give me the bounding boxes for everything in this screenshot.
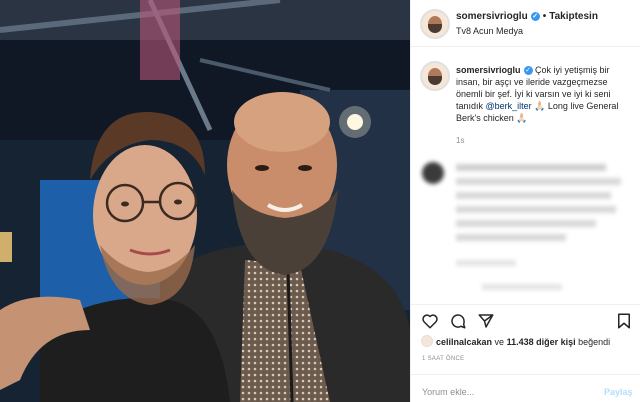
actions-divider bbox=[410, 304, 640, 305]
blurred-line bbox=[482, 284, 562, 290]
bookmark-icon[interactable] bbox=[615, 312, 633, 330]
header-divider bbox=[410, 46, 640, 47]
instagram-post: somersivrioglu ✓ • Takiptesin Tv8 Acun Medy… bbox=[0, 0, 640, 402]
caption-time: 1s bbox=[456, 136, 465, 145]
blurred-line bbox=[456, 220, 596, 227]
liker-avatar[interactable] bbox=[421, 335, 433, 347]
verified-badge-icon: ✓ bbox=[530, 11, 540, 21]
separator-dot: • bbox=[542, 11, 547, 22]
author-avatar[interactable] bbox=[420, 9, 450, 39]
liked-by-text: celilnalcakan ve 11.438 diğer kişi beğen… bbox=[436, 337, 610, 347]
post-caption: somersivrioglu ✓ Çok iyi yetişmiş bir ins… bbox=[456, 64, 626, 124]
comment-input[interactable]: Yorum ekle... bbox=[422, 387, 474, 397]
post-timestamp: 1 SAAT ÖNCE bbox=[422, 356, 465, 362]
post-comment-button[interactable]: Paylaş bbox=[604, 387, 633, 397]
blurred-line bbox=[456, 260, 516, 266]
following-button[interactable]: Takiptesin bbox=[549, 11, 598, 22]
liked-connector: ve bbox=[492, 337, 507, 347]
blurred-line bbox=[456, 206, 616, 213]
likes-count[interactable]: 11.438 diğer kişi bbox=[507, 337, 576, 347]
selfie-image bbox=[0, 0, 410, 402]
caption-username[interactable]: somersivrioglu bbox=[456, 65, 521, 75]
author-username[interactable]: somersivrioglu bbox=[456, 11, 528, 22]
caption-avatar[interactable] bbox=[420, 61, 450, 91]
blurred-avatar bbox=[422, 162, 444, 184]
blurred-line bbox=[456, 178, 621, 185]
comment-divider bbox=[410, 374, 640, 375]
mention-link[interactable]: @berk_ilter bbox=[486, 101, 532, 111]
post-photo[interactable] bbox=[0, 0, 410, 402]
blurred-line bbox=[456, 164, 606, 171]
heart-icon[interactable] bbox=[421, 312, 439, 330]
post-location[interactable]: Tv8 Acun Medya bbox=[456, 26, 523, 36]
post-header: somersivrioglu ✓ • Takiptesin bbox=[456, 11, 598, 22]
blurred-comment bbox=[422, 162, 630, 302]
comment-icon[interactable] bbox=[449, 312, 467, 330]
blurred-line bbox=[456, 192, 611, 199]
verified-badge-icon: ✓ bbox=[523, 66, 533, 76]
liker-username[interactable]: celilnalcakan bbox=[436, 337, 492, 347]
blurred-line bbox=[456, 234, 566, 241]
liked-suffix: beğendi bbox=[575, 337, 611, 347]
paper-plane-icon[interactable] bbox=[477, 312, 495, 330]
